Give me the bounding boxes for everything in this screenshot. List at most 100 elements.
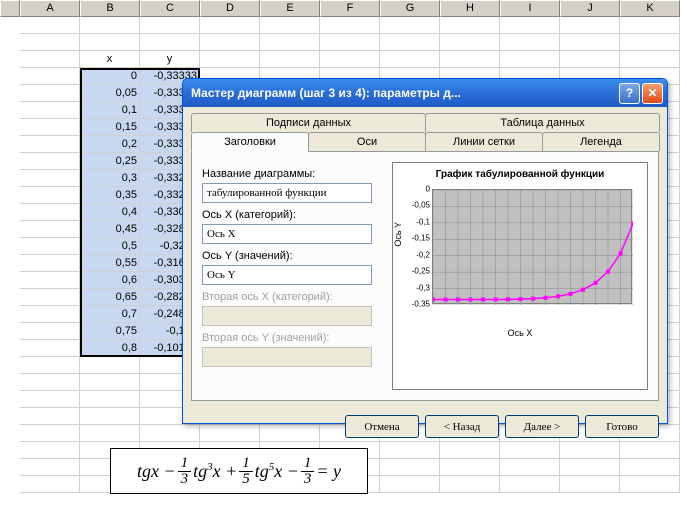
- cell[interactable]: [80, 374, 140, 391]
- cell[interactable]: [500, 34, 560, 51]
- cell[interactable]: [20, 425, 80, 442]
- cell[interactable]: [500, 17, 560, 34]
- cell[interactable]: [620, 17, 680, 34]
- cell[interactable]: [560, 459, 620, 476]
- cell[interactable]: 0,45: [80, 221, 140, 238]
- titlebar[interactable]: Мастер диаграмм (шаг 3 из 4): параметры …: [183, 79, 667, 107]
- cell[interactable]: [320, 34, 380, 51]
- cell[interactable]: [140, 17, 200, 34]
- cell[interactable]: [620, 459, 680, 476]
- cell[interactable]: [80, 17, 140, 34]
- cell[interactable]: [20, 459, 80, 476]
- cell[interactable]: [20, 153, 80, 170]
- cell[interactable]: 0,7: [80, 306, 140, 323]
- cell[interactable]: [20, 391, 80, 408]
- col-header-I[interactable]: I: [500, 0, 560, 17]
- close-button[interactable]: ✕: [642, 83, 663, 104]
- cell[interactable]: [200, 51, 260, 68]
- cell[interactable]: [500, 476, 560, 493]
- tab-titles[interactable]: Заголовки: [191, 132, 309, 152]
- cell[interactable]: [200, 34, 260, 51]
- cell[interactable]: [20, 51, 80, 68]
- cell[interactable]: [200, 17, 260, 34]
- cell[interactable]: 0: [80, 68, 140, 85]
- cell[interactable]: [320, 51, 380, 68]
- cell[interactable]: [20, 17, 80, 34]
- cell[interactable]: [20, 289, 80, 306]
- cell[interactable]: [20, 238, 80, 255]
- cell[interactable]: [80, 34, 140, 51]
- cell[interactable]: [20, 170, 80, 187]
- cell[interactable]: [380, 34, 440, 51]
- cell[interactable]: 0,4: [80, 204, 140, 221]
- cell[interactable]: [80, 425, 140, 442]
- cell[interactable]: [380, 476, 440, 493]
- col-header-E[interactable]: E: [260, 0, 320, 17]
- y-axis-input[interactable]: [202, 265, 372, 285]
- cell[interactable]: 0,3: [80, 170, 140, 187]
- cell[interactable]: [380, 17, 440, 34]
- tab-data-labels[interactable]: Подписи данных: [191, 113, 426, 132]
- tab-legend[interactable]: Легенда: [542, 132, 660, 151]
- cell[interactable]: [20, 221, 80, 238]
- cancel-button[interactable]: Отмена: [345, 415, 419, 438]
- col-header-H[interactable]: H: [440, 0, 500, 17]
- cell[interactable]: [320, 17, 380, 34]
- cell[interactable]: [500, 51, 560, 68]
- col-header-G[interactable]: G: [380, 0, 440, 17]
- cell[interactable]: 0,15: [80, 119, 140, 136]
- cell[interactable]: [20, 272, 80, 289]
- cell[interactable]: [260, 51, 320, 68]
- cell[interactable]: [80, 408, 140, 425]
- cell[interactable]: [20, 204, 80, 221]
- cell[interactable]: [20, 85, 80, 102]
- cell[interactable]: 0,6: [80, 272, 140, 289]
- cell[interactable]: y: [140, 51, 200, 68]
- cell[interactable]: [20, 408, 80, 425]
- cell[interactable]: [620, 34, 680, 51]
- cell[interactable]: [20, 34, 80, 51]
- x-axis-input[interactable]: [202, 224, 372, 244]
- cell[interactable]: 0,65: [80, 289, 140, 306]
- cell[interactable]: [20, 68, 80, 85]
- cell[interactable]: x: [80, 51, 140, 68]
- cell[interactable]: [20, 119, 80, 136]
- cell[interactable]: [440, 34, 500, 51]
- chart-title-input[interactable]: [202, 183, 372, 203]
- col-header-A[interactable]: A: [20, 0, 80, 17]
- cell[interactable]: [380, 51, 440, 68]
- cell[interactable]: [20, 442, 80, 459]
- next-button[interactable]: Далее >: [505, 415, 579, 438]
- col-header-K[interactable]: K: [620, 0, 680, 17]
- cell[interactable]: [380, 459, 440, 476]
- col-header-B[interactable]: B: [80, 0, 140, 17]
- finish-button[interactable]: Готово: [585, 415, 659, 438]
- cell[interactable]: [20, 102, 80, 119]
- cell[interactable]: [440, 51, 500, 68]
- cell[interactable]: 0,25: [80, 153, 140, 170]
- cell[interactable]: [440, 476, 500, 493]
- cell[interactable]: [620, 51, 680, 68]
- tab-data-table[interactable]: Таблица данных: [425, 113, 660, 132]
- cell[interactable]: [20, 323, 80, 340]
- cell[interactable]: [20, 255, 80, 272]
- cell[interactable]: [560, 34, 620, 51]
- cell[interactable]: 0,35: [80, 187, 140, 204]
- col-header-D[interactable]: D: [200, 0, 260, 17]
- tab-axes[interactable]: Оси: [308, 132, 426, 151]
- tab-gridlines[interactable]: Линии сетки: [425, 132, 543, 151]
- cell[interactable]: [80, 357, 140, 374]
- cell[interactable]: [560, 476, 620, 493]
- cell[interactable]: [20, 136, 80, 153]
- cell[interactable]: [560, 51, 620, 68]
- cell[interactable]: [20, 340, 80, 357]
- help-button[interactable]: ?: [619, 83, 640, 104]
- cell[interactable]: [500, 459, 560, 476]
- cell[interactable]: 0,5: [80, 238, 140, 255]
- cell[interactable]: [260, 34, 320, 51]
- cell[interactable]: [260, 17, 320, 34]
- cell[interactable]: 0,05: [80, 85, 140, 102]
- cell[interactable]: [20, 374, 80, 391]
- cell[interactable]: [20, 476, 80, 493]
- cell[interactable]: [620, 476, 680, 493]
